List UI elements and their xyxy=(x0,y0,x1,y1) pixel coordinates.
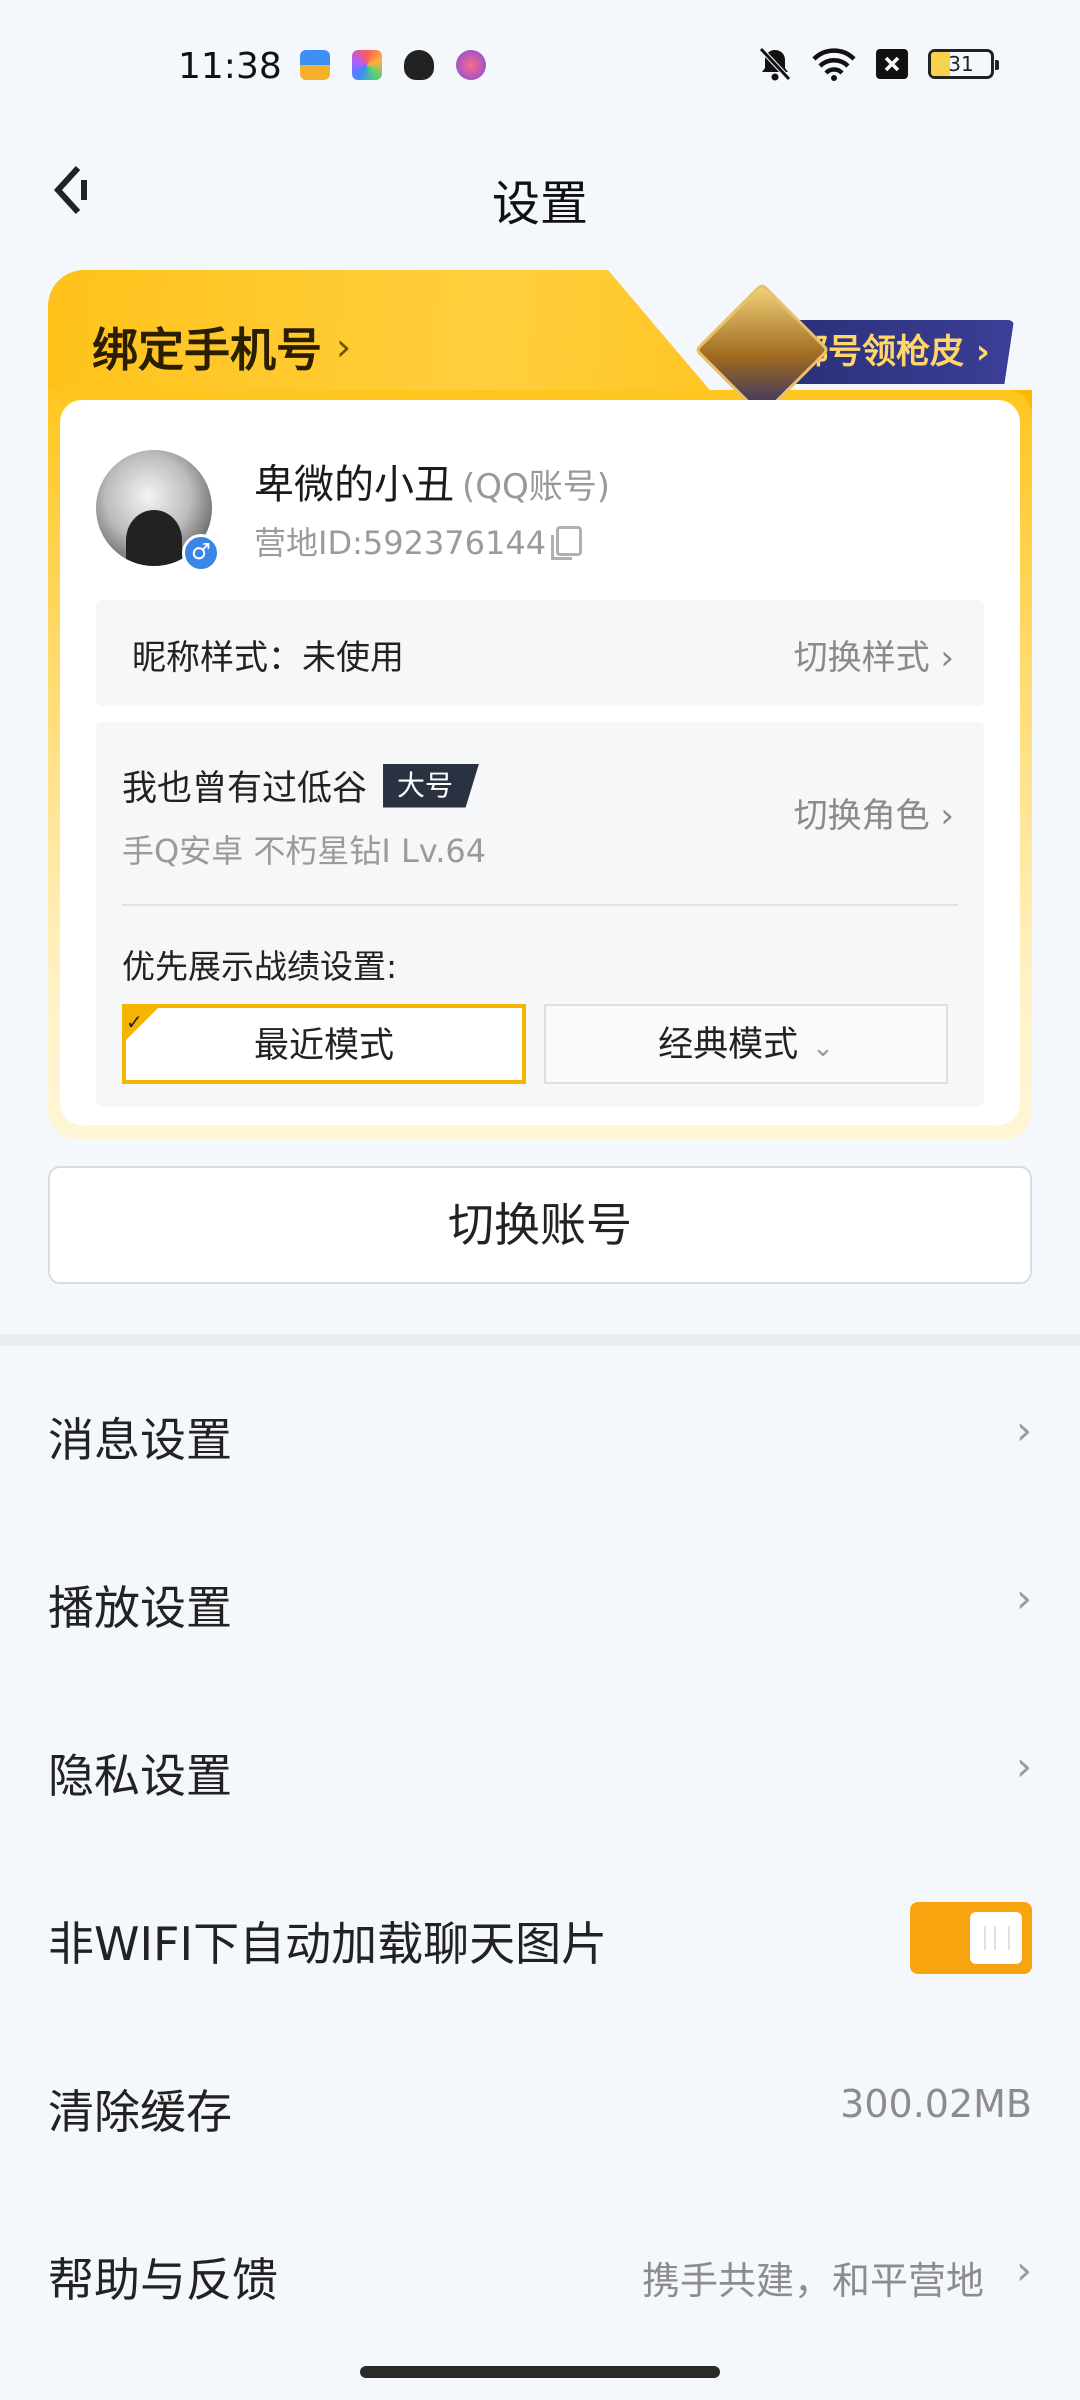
playback-settings-label: 播放设置 xyxy=(48,1581,232,1635)
copy-icon[interactable] xyxy=(551,526,583,560)
account-panel: ♂ 卑微的小丑 (QQ账号) 营地ID:592376144 昵称样式：未使用 切… xyxy=(60,400,1020,1125)
mode-recent-button[interactable]: 最近模式 xyxy=(122,1004,526,1084)
photos-app-icon xyxy=(352,50,382,80)
chevron-right-icon: › xyxy=(336,325,352,369)
nickname-style-label: 昵称样式：未使用 xyxy=(132,638,404,678)
mode-classic-dropdown[interactable]: 经典模式 ⌄ xyxy=(544,1004,948,1084)
bind-phone-link[interactable]: 绑定手机号 › xyxy=(92,314,351,380)
auto-load-images-label: 非WIFI下自动加载聊天图片 xyxy=(48,1917,608,1971)
nickname: 卑微的小丑 xyxy=(254,462,454,508)
home-indicator[interactable] xyxy=(360,2366,720,2378)
status-bar: 11:38 31 xyxy=(0,0,1080,130)
main-account-tag: 大号 xyxy=(383,763,480,808)
close-box-icon xyxy=(876,49,908,79)
preferred-record-label: 优先展示战绩设置: xyxy=(122,947,398,986)
camp-id: 营地ID:592376144 xyxy=(254,524,547,562)
chevron-down-icon: ⌄ xyxy=(812,1033,834,1063)
playback-settings-row[interactable]: 播放设置 › xyxy=(0,1514,1080,1682)
shield-app-icon xyxy=(404,50,434,80)
mode-classic-label: 经典模式 xyxy=(658,1025,799,1065)
bell-off-icon xyxy=(759,47,791,81)
switch-role-link[interactable]: 切换角色 › xyxy=(794,788,954,837)
page-title: 设置 xyxy=(491,176,588,232)
help-feedback-label: 帮助与反馈 xyxy=(48,2253,278,2307)
chevron-right-icon: › xyxy=(1016,1408,1032,1454)
role-name-row: 我也曾有过低谷 大号 xyxy=(122,760,480,811)
account-type: (QQ账号) xyxy=(462,467,611,507)
skin-reward-badge[interactable]: 绑号领枪皮 › xyxy=(688,282,1028,418)
clear-cache-label: 清除缓存 xyxy=(48,2085,232,2139)
chevron-right-icon: › xyxy=(1016,1576,1032,1622)
battery-icon: 31 xyxy=(928,49,999,79)
notification-icons xyxy=(300,50,486,80)
divider xyxy=(122,904,958,906)
switch-style-link[interactable]: 切换样式 › xyxy=(794,630,954,679)
help-feedback-row[interactable]: 帮助与反馈 携手共建，和平营地 › xyxy=(0,2186,1080,2354)
auto-load-images-toggle[interactable] xyxy=(910,1902,1032,1974)
clear-cache-row[interactable]: 清除缓存 300.02MB xyxy=(0,2018,1080,2186)
check-icon xyxy=(122,1004,162,1044)
status-right-icons: 31 xyxy=(758,46,999,82)
toggle-knob xyxy=(970,1912,1022,1964)
status-time: 11:38 xyxy=(178,46,282,87)
game-app-icon xyxy=(456,50,486,80)
wallet-app-icon xyxy=(300,50,330,80)
mode-recent-label: 最近模式 xyxy=(253,1026,394,1066)
cache-size: 300.02MB xyxy=(840,2082,1032,2126)
switch-account-button[interactable]: 切换账号 xyxy=(48,1166,1032,1284)
chevron-right-icon: › xyxy=(1016,1744,1032,1790)
male-gender-icon: ♂ xyxy=(182,534,220,572)
privacy-settings-label: 隐私设置 xyxy=(48,1749,232,1803)
gun-skin-icon xyxy=(694,282,830,418)
settings-list: 消息设置 › 播放设置 › 隐私设置 › 非WIFI下自动加载聊天图片 清除缓存… xyxy=(0,1346,1080,2354)
profile-card: 绑定手机号 › 绑号领枪皮 › ♂ 卑微的小丑 (QQ账号) 营地ID:5923… xyxy=(48,270,1032,1140)
camp-id-row: 营地ID:592376144 xyxy=(254,518,583,564)
chevron-right-icon: › xyxy=(1016,2248,1032,2294)
role-name: 我也曾有过低谷 xyxy=(122,769,368,809)
section-divider xyxy=(0,1334,1080,1346)
privacy-settings-row[interactable]: 隐私设置 › xyxy=(0,1682,1080,1850)
help-feedback-subtitle: 携手共建，和平营地 xyxy=(641,2259,984,2303)
message-settings-label: 消息设置 xyxy=(48,1413,232,1467)
bind-phone-label: 绑定手机号 xyxy=(92,323,322,377)
role-box: 我也曾有过低谷 大号 手Q安卓 不朽星钻I Lv.64 切换角色 › 优先展示战… xyxy=(96,722,984,1107)
message-settings-row[interactable]: 消息设置 › xyxy=(0,1346,1080,1514)
wifi-icon xyxy=(812,48,856,81)
role-detail: 手Q安卓 不朽星钻I Lv.64 xyxy=(122,832,487,870)
nickname-row: 卑微的小丑 (QQ账号) xyxy=(254,452,610,510)
auto-load-images-row: 非WIFI下自动加载聊天图片 xyxy=(0,1850,1080,2018)
nickname-style-row[interactable]: 昵称样式：未使用 切换样式 › xyxy=(96,600,984,706)
header: 设置 xyxy=(0,140,1080,240)
battery-level: 31 xyxy=(948,52,974,76)
